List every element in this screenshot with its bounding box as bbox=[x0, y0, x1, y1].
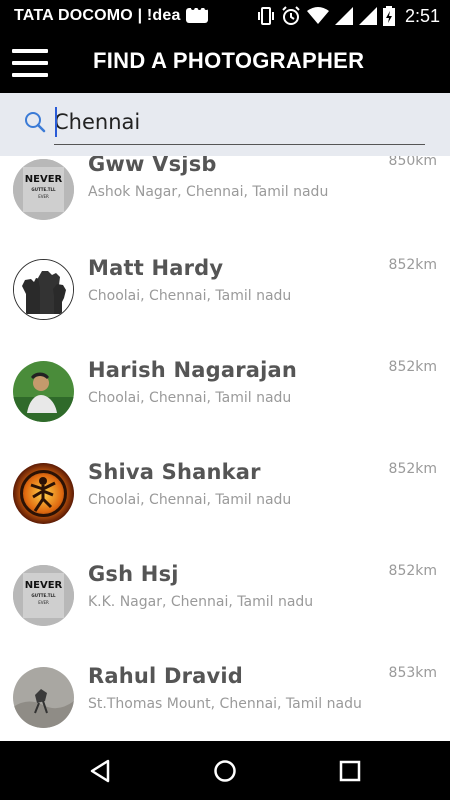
photographer-distance: 852km bbox=[388, 461, 437, 477]
navigation-bar bbox=[0, 741, 450, 800]
avatar bbox=[13, 259, 74, 320]
photographer-distance: 852km bbox=[388, 359, 437, 375]
photographer-address: K.K. Nagar, Chennai, Tamil nadu bbox=[88, 594, 314, 610]
list-item[interactable]: Shiva Shankar Choolai, Chennai, Tamil na… bbox=[0, 445, 450, 549]
list-item[interactable]: Harish Nagarajan Choolai, Chennai, Tamil… bbox=[0, 343, 450, 447]
back-icon[interactable] bbox=[82, 753, 118, 789]
status-icons: 2:51 bbox=[257, 5, 440, 27]
avatar-text-never: NEVER bbox=[25, 580, 63, 591]
rock-photo-avatar-image bbox=[13, 667, 74, 728]
list-item[interactable]: Rahul Dravid St.Thomas Mount, Chennai, T… bbox=[0, 649, 450, 741]
wifi-icon bbox=[306, 7, 329, 24]
avatar-text-ever: EVER bbox=[38, 600, 49, 605]
list-item[interactable]: NEVER GUTTE.TLL EVER Gww Vsjsb Ashok Nag… bbox=[0, 156, 450, 243]
photographer-distance: 853km bbox=[388, 665, 437, 681]
photographer-address: Ashok Nagar, Chennai, Tamil nadu bbox=[88, 184, 329, 200]
vibrate-icon bbox=[257, 7, 274, 25]
app-bar: FIND A PHOTOGRAPHER bbox=[0, 33, 450, 93]
photographer-name: Rahul Dravid bbox=[88, 664, 244, 688]
photographer-address: St.Thomas Mount, Chennai, Tamil nadu bbox=[88, 696, 362, 712]
search-icon[interactable] bbox=[24, 111, 46, 133]
photographer-name: Matt Hardy bbox=[88, 256, 224, 280]
hamburger-menu-icon[interactable] bbox=[12, 49, 48, 77]
photographer-name: Gsh Hsj bbox=[88, 562, 179, 586]
photographer-list[interactable]: NEVER GUTTE.TLL EVER Gww Vsjsb Ashok Nag… bbox=[0, 156, 450, 741]
never-quit-avatar-image: NEVER GUTTE.TLL EVER bbox=[13, 565, 74, 626]
photographer-name: Shiva Shankar bbox=[88, 460, 261, 484]
avatar: NEVER GUTTE.TLL EVER bbox=[13, 565, 74, 626]
status-bar: TATA DOCOMO | !dea 2:51 bbox=[0, 0, 450, 33]
avatar-text-quit: GUTTE.TLL bbox=[31, 593, 56, 598]
recents-icon[interactable] bbox=[332, 753, 368, 789]
never-quit-avatar-image: NEVER GUTTE.TLL EVER bbox=[13, 159, 74, 220]
avatar-text-ever: EVER bbox=[38, 194, 49, 199]
photographer-distance: 852km bbox=[388, 257, 437, 273]
signal-icon bbox=[358, 7, 377, 25]
avatar bbox=[13, 667, 74, 728]
avatar: NEVER GUTTE.TLL EVER bbox=[13, 159, 74, 220]
photographer-name: Gww Vsjsb bbox=[88, 156, 217, 176]
photographer-name: Harish Nagarajan bbox=[88, 358, 298, 382]
clock-time: 2:51 bbox=[404, 5, 440, 26]
photographer-address: Choolai, Chennai, Tamil nadu bbox=[88, 288, 292, 304]
photographer-distance: 850km bbox=[388, 156, 437, 169]
avatar bbox=[13, 463, 74, 524]
nataraja-avatar-image bbox=[13, 463, 74, 524]
signal-icon bbox=[334, 7, 353, 25]
battery-charging-icon bbox=[382, 6, 395, 26]
home-icon[interactable] bbox=[207, 753, 243, 789]
search-input[interactable] bbox=[54, 105, 424, 139]
avatar bbox=[13, 361, 74, 422]
avatar-text-quit: GUTTE.TLL bbox=[31, 187, 56, 192]
photographer-distance: 852km bbox=[388, 563, 437, 579]
list-item[interactable]: NEVER GUTTE.TLL EVER Gsh Hsj K.K. Nagar,… bbox=[0, 547, 450, 651]
message-icon bbox=[186, 2, 209, 23]
text-cursor bbox=[55, 107, 57, 137]
avatar-text-never: NEVER bbox=[25, 174, 63, 185]
search-underline bbox=[54, 144, 425, 145]
raised-fists-avatar-image bbox=[14, 260, 73, 319]
alarm-icon bbox=[282, 6, 300, 25]
search-bar bbox=[0, 93, 450, 156]
person-photo-avatar-image bbox=[13, 361, 74, 422]
list-item[interactable]: Matt Hardy Choolai, Chennai, Tamil nadu … bbox=[0, 241, 450, 345]
carrier-name: TATA DOCOMO | !dea bbox=[14, 7, 181, 24]
photographer-address: Choolai, Chennai, Tamil nadu bbox=[88, 390, 292, 406]
page-title: FIND A PHOTOGRAPHER bbox=[93, 48, 365, 73]
photographer-address: Choolai, Chennai, Tamil nadu bbox=[88, 492, 292, 508]
